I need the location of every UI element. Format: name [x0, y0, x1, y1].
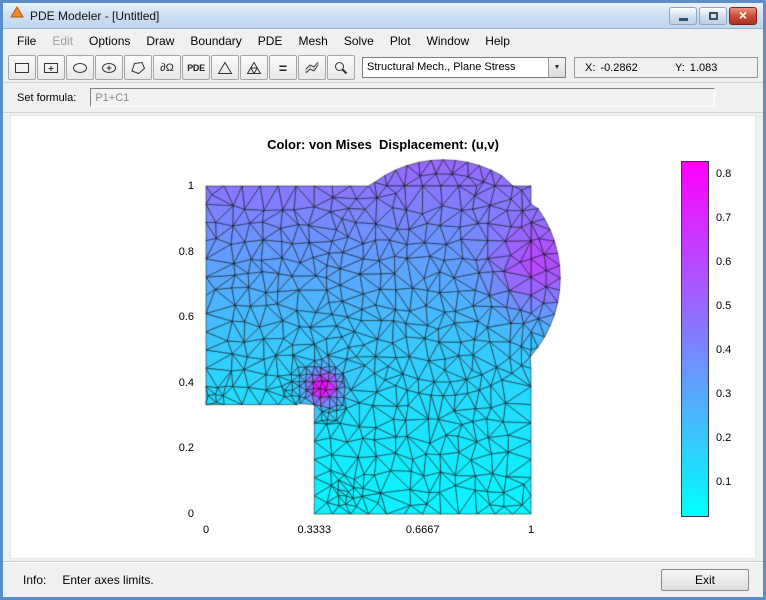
- colorbar-tick-label: 0.4: [716, 344, 731, 356]
- menu-item-file[interactable]: File: [9, 31, 44, 51]
- plot-area-wrap: Color: von Mises Displacement: (u,v) 0 0.…: [3, 113, 763, 561]
- set-formula-input[interactable]: [90, 88, 715, 107]
- refine-triangle-icon: [245, 60, 263, 76]
- menu-item-edit: Edit: [44, 31, 81, 51]
- y-tick-label: 0: [188, 508, 194, 520]
- y-tick-label: 0.8: [179, 246, 194, 258]
- colorbar-tick-label: 0.6: [716, 256, 731, 268]
- equals-icon: =: [279, 60, 287, 76]
- menu-item-mesh[interactable]: Mesh: [290, 31, 335, 51]
- window-controls: ×: [669, 7, 757, 25]
- plot-solution-button[interactable]: [298, 55, 326, 80]
- ellipse-center-icon: [100, 60, 118, 76]
- plot-panel: Color: von Mises Displacement: (u,v) 0 0.…: [10, 115, 756, 559]
- rectangle-center-icon: [42, 60, 60, 76]
- colorbar-tick-label: 0.7: [716, 212, 731, 224]
- refine-mesh-button[interactable]: [240, 55, 268, 80]
- menubar: FileEditOptionsDrawBoundaryPDEMeshSolveP…: [3, 29, 763, 53]
- chevron-down-icon[interactable]: ▼: [548, 58, 565, 77]
- exit-button[interactable]: Exit: [661, 569, 749, 591]
- titlebar[interactable]: PDE Modeler - [Untitled] ×: [3, 3, 763, 29]
- y-coordinate-readout: Y:1.083: [675, 62, 717, 74]
- menu-item-window[interactable]: Window: [419, 31, 478, 51]
- initialize-mesh-button[interactable]: [211, 55, 239, 80]
- mesh-canvas[interactable]: [11, 116, 755, 558]
- menu-item-draw[interactable]: Draw: [138, 31, 182, 51]
- set-formula-label: Set formula:: [17, 92, 76, 104]
- menu-item-options[interactable]: Options: [81, 31, 138, 51]
- y-tick-label: 1: [188, 180, 194, 192]
- app-icon: [9, 5, 25, 26]
- application-mode-combobox[interactable]: Structural Mech., Plane Stress ▼: [362, 57, 566, 78]
- colorbar-tick-label: 0.2: [716, 432, 731, 444]
- app-window: PDE Modeler - [Untitled] × FileEditOptio…: [0, 0, 766, 600]
- y-tick-label: 0.4: [179, 377, 194, 389]
- close-button[interactable]: ×: [729, 7, 757, 25]
- draw-ellipse-centered-button[interactable]: [95, 55, 123, 80]
- ellipse-icon: [71, 60, 89, 76]
- colorbar: [681, 161, 709, 517]
- menu-item-solve[interactable]: Solve: [336, 31, 382, 51]
- menu-item-pde[interactable]: PDE: [250, 31, 291, 51]
- polygon-icon: [129, 60, 147, 76]
- zoom-icon: [332, 60, 350, 76]
- draw-ellipse-button[interactable]: [66, 55, 94, 80]
- menu-item-boundary[interactable]: Boundary: [182, 31, 249, 51]
- colorbar-tick-label: 0.5: [716, 300, 731, 312]
- toolbar: ∂ΩPDE= Structural Mech., Plane Stress ▼ …: [3, 53, 763, 83]
- menu-item-plot[interactable]: Plot: [382, 31, 419, 51]
- solve-pde-button[interactable]: =: [269, 55, 297, 80]
- boundary-icon: ∂Ω: [160, 62, 174, 74]
- y-tick-label: 0.2: [179, 442, 194, 454]
- toolbar-buttons: ∂Ω PDE =: [8, 55, 356, 80]
- surface-plot-icon: [303, 60, 321, 76]
- draw-rectangle-centered-button[interactable]: [37, 55, 65, 80]
- boundary-mode-button[interactable]: ∂Ω: [153, 55, 181, 80]
- colorbar-tick-label: 0.1: [716, 476, 731, 488]
- pde-icon: PDE: [187, 63, 205, 73]
- x-tick-label: 0.3333: [297, 524, 331, 536]
- window-title: PDE Modeler - [Untitled]: [30, 9, 159, 23]
- maximize-icon: [709, 12, 718, 20]
- triangle-icon: [216, 60, 234, 76]
- plot-title: Color: von Mises Displacement: (u,v): [11, 137, 755, 152]
- colorbar-tick-label: 0.3: [716, 388, 731, 400]
- pde-mode-button[interactable]: PDE: [182, 55, 210, 80]
- colorbar-tick-label: 0.8: [716, 168, 731, 180]
- maximize-button[interactable]: [699, 7, 727, 25]
- minimize-button[interactable]: [669, 7, 697, 25]
- combobox-value: Structural Mech., Plane Stress: [363, 58, 548, 77]
- y-tick-label: 0.6: [179, 311, 194, 323]
- x-coordinate-readout: X:-0.2862: [585, 62, 675, 74]
- minimize-icon: [679, 18, 688, 21]
- set-formula-row: Set formula:: [3, 83, 763, 113]
- x-tick-label: 0.6667: [406, 524, 440, 536]
- info-label: Info:: [23, 573, 46, 587]
- rectangle-icon: [13, 60, 31, 76]
- statusbar: Info: Enter axes limits. Exit: [3, 561, 763, 597]
- x-tick-label: 1: [528, 524, 534, 536]
- x-tick-label: 0: [203, 524, 209, 536]
- draw-rectangle-button[interactable]: [8, 55, 36, 80]
- menu-item-help[interactable]: Help: [477, 31, 518, 51]
- zoom-button[interactable]: [327, 55, 355, 80]
- status-message: Enter axes limits.: [62, 573, 153, 587]
- draw-polygon-button[interactable]: [124, 55, 152, 80]
- close-icon: ×: [739, 8, 747, 22]
- cursor-position-readout: X:-0.2862 Y:1.083: [574, 57, 758, 78]
